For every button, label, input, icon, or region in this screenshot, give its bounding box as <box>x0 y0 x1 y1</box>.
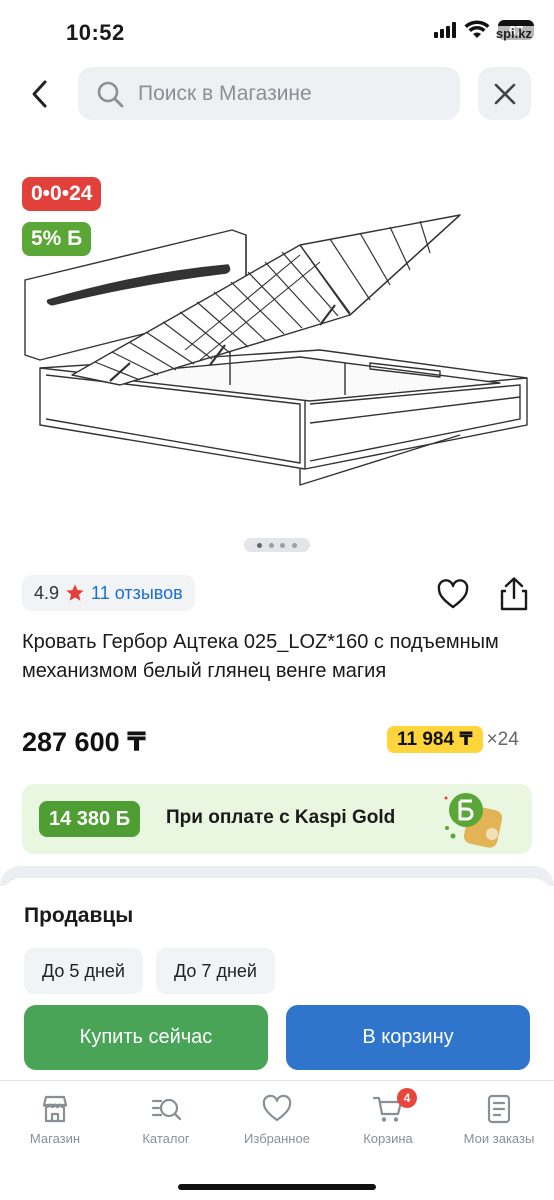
tab-label: Корзина <box>363 1131 413 1146</box>
tab-cart[interactable]: 4 Корзина <box>333 1088 443 1146</box>
status-bar: 10:52 67 spi.kz <box>0 0 554 64</box>
installment-promo-badge: 0•0•24 <box>22 177 102 211</box>
close-icon <box>494 83 515 104</box>
tab-catalog[interactable]: Каталог <box>111 1093 221 1146</box>
gallery-dot[interactable] <box>292 542 298 548</box>
gallery-dot[interactable] <box>280 542 286 548</box>
rating-score: 4.9 <box>34 582 60 603</box>
installment-months: ×24 <box>486 728 519 750</box>
gold-banner-text: При оплате с Kaspi Gold <box>166 807 396 828</box>
orders-icon <box>487 1094 511 1124</box>
kaspi-gold-bonus-banner[interactable]: 14 380 Б При оплате с Kaspi Gold <box>22 784 532 854</box>
home-indicator <box>178 1184 376 1190</box>
tab-label: Мои заказы <box>463 1131 535 1146</box>
gallery-dot[interactable] <box>268 542 274 548</box>
tab-store[interactable]: Магазин <box>0 1093 110 1146</box>
search-input[interactable] <box>138 81 438 106</box>
back-button[interactable] <box>20 74 60 114</box>
rating-reviews-link[interactable]: 4.9 11 отзывов <box>22 575 195 611</box>
favorite-heart-icon[interactable] <box>436 578 470 612</box>
wifi-icon <box>464 20 490 38</box>
catalog-icon <box>151 1098 182 1121</box>
cart-count-badge: 4 <box>397 1088 417 1108</box>
tab-label: Каталог <box>142 1131 190 1146</box>
search-icon <box>97 81 124 107</box>
close-button[interactable] <box>478 67 531 120</box>
installment-amount: 11 984 ₸ <box>387 726 483 753</box>
delivery-filter-chip[interactable]: До 5 дней <box>24 948 143 994</box>
installment-info[interactable]: 11 984 ₸ ×24 <box>387 726 519 753</box>
bottom-tab-bar: Магазин Каталог Избранное 4 Корзина Мои … <box>0 1080 554 1200</box>
gallery-dot[interactable] <box>256 542 262 548</box>
tab-favorites[interactable]: Избранное <box>222 1093 332 1146</box>
kaspi-bonus-coin-icon <box>444 793 503 848</box>
chevron-left-icon <box>32 80 47 108</box>
buy-now-button[interactable]: Купить сейчас <box>24 1005 268 1070</box>
search-bar[interactable] <box>78 67 460 120</box>
cellular-signal-icon <box>434 22 456 38</box>
star-icon <box>66 584 84 601</box>
search-header <box>0 66 554 122</box>
reviews-link[interactable]: 11 отзывов <box>91 583 183 604</box>
status-time: 10:52 <box>66 20 125 45</box>
tab-orders[interactable]: Мои заказы <box>444 1093 554 1146</box>
store-icon <box>42 1095 68 1123</box>
tab-label: Избранное <box>244 1131 310 1146</box>
url-overlay: spi.kz <box>493 26 534 41</box>
gallery-pagination[interactable] <box>244 538 310 552</box>
gold-bonus-amount: 14 380 Б <box>39 801 141 837</box>
heart-icon <box>262 1094 292 1122</box>
sellers-title: Продавцы <box>24 904 134 927</box>
add-to-cart-button[interactable]: В корзину <box>286 1005 530 1070</box>
share-icon[interactable] <box>497 576 531 612</box>
delivery-filter-chip[interactable]: До 7 дней <box>156 948 275 994</box>
product-title: Кровать Гербор Ацтека 025_LOZ*160 с подъ… <box>22 631 499 682</box>
product-price: 287 600 ₸ <box>22 727 146 757</box>
bonus-badge: 5% Б <box>22 222 92 256</box>
tab-label: Магазин <box>29 1131 81 1146</box>
